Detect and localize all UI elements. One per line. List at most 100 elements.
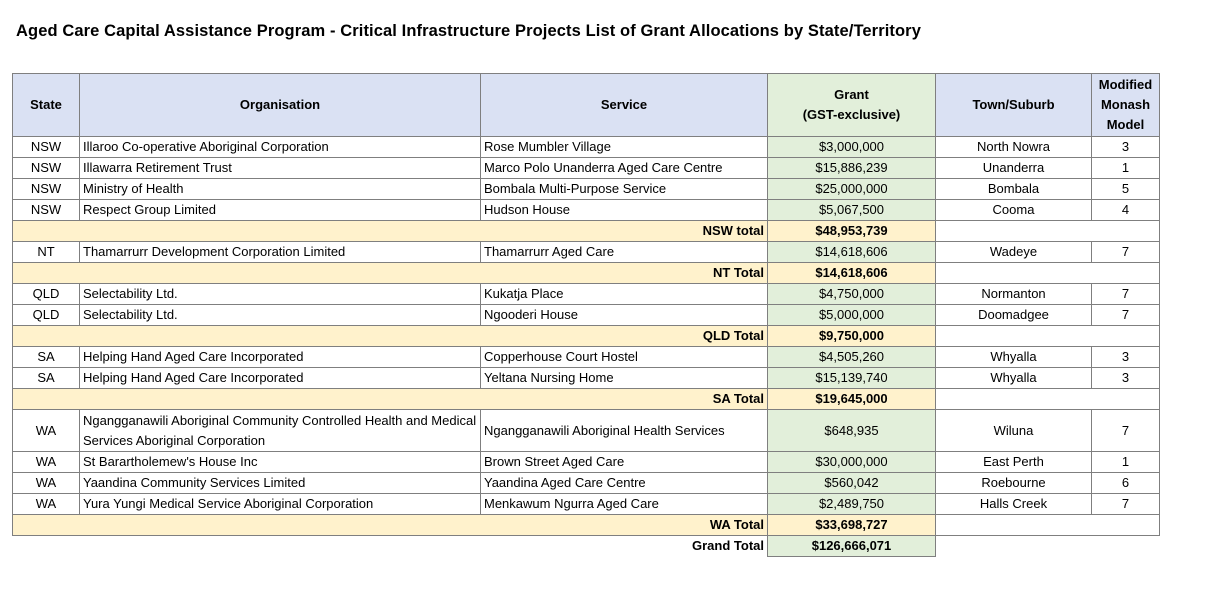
- grand-total-label: Grand Total: [692, 538, 764, 554]
- cell-modified-monash-model: 3: [1091, 136, 1160, 158]
- subtotal-value: $33,698,727: [767, 514, 936, 536]
- cell-modified-monash-model: 7: [1091, 304, 1160, 326]
- cell-state: NSW: [12, 157, 80, 179]
- cell-service: Yaandina Aged Care Centre: [480, 472, 768, 494]
- subtotal-value: $9,750,000: [767, 325, 936, 347]
- page-title: Aged Care Capital Assistance Program - C…: [16, 22, 921, 40]
- header-organisation: Organisation: [79, 73, 481, 137]
- cell-organisation: Selectability Ltd.: [79, 304, 481, 326]
- cell-town: Cooma: [935, 199, 1092, 221]
- subtotal-value: $14,618,606: [767, 262, 936, 284]
- cell-town: Wadeye: [935, 241, 1092, 263]
- cell-town: East Perth: [935, 451, 1092, 473]
- cell-modified-monash-model: 1: [1091, 157, 1160, 179]
- cell-modified-monash-model: 7: [1091, 283, 1160, 305]
- cell-service: Marco Polo Unanderra Aged Care Centre: [480, 157, 768, 179]
- header-service: Service: [480, 73, 768, 137]
- header-state: State: [12, 73, 80, 137]
- cell-state: WA: [12, 472, 80, 494]
- cell-grant: $25,000,000: [767, 178, 936, 200]
- grand-total-row: Grand Total $126,666,071: [13, 535, 1160, 557]
- cell-organisation: Thamarrurr Development Corporation Limit…: [79, 241, 481, 263]
- subtotal-row: WA Total $33,698,727: [12, 514, 1160, 536]
- cell-grant: $648,935: [767, 409, 936, 452]
- subtotal-empty-cell: [935, 220, 1160, 242]
- cell-state: QLD: [12, 283, 80, 305]
- header-mmm-line3: Model: [1106, 117, 1145, 132]
- header-grant-line2: (GST-exclusive): [802, 107, 901, 122]
- cell-state: WA: [12, 451, 80, 473]
- subtotal-row: QLD Total $9,750,000: [12, 325, 1160, 347]
- cell-organisation: Illawarra Retirement Trust: [79, 157, 481, 179]
- table-row: NSW Illawarra Retirement Trust Marco Polo …: [12, 157, 1160, 179]
- cell-modified-monash-model: 4: [1091, 199, 1160, 221]
- subtotal-value: $48,953,739: [767, 220, 936, 242]
- cell-town: Whyalla: [935, 367, 1092, 389]
- cell-state: NSW: [12, 178, 80, 200]
- table-row: WA Ngangganawili Aboriginal Community Con…: [12, 409, 1160, 452]
- cell-town: Unanderra: [935, 157, 1092, 179]
- table-row: WA Yaandina Community Services Limited Yaa…: [12, 472, 1160, 494]
- cell-grant: $3,000,000: [767, 136, 936, 158]
- cell-grant: $2,489,750: [767, 493, 936, 515]
- header-mmm-line2: Monash: [1100, 97, 1151, 112]
- table-row: WA St Barartholemew's House Inc Brown Stre…: [12, 451, 1160, 473]
- cell-state: NT: [12, 241, 80, 263]
- table-row: NT Thamarrurr Development Corporation Lim…: [12, 241, 1160, 263]
- cell-grant: $4,750,000: [767, 283, 936, 305]
- cell-organisation: Respect Group Limited: [79, 199, 481, 221]
- subtotal-empty-cell: [935, 325, 1160, 347]
- cell-grant: $30,000,000: [767, 451, 936, 473]
- cell-service: Yeltana Nursing Home: [480, 367, 768, 389]
- grant-allocations-table: State Organisation Service Grant (GST-ex…: [12, 73, 1160, 557]
- cell-organisation: Helping Hand Aged Care Incorporated: [79, 346, 481, 368]
- cell-organisation: Helping Hand Aged Care Incorporated: [79, 367, 481, 389]
- table-row: NSW Ministry of Health Bombala Multi-Purpo…: [12, 178, 1160, 200]
- cell-state: QLD: [12, 304, 80, 326]
- cell-modified-monash-model: 3: [1091, 346, 1160, 368]
- cell-state: NSW: [12, 199, 80, 221]
- cell-state: SA: [12, 367, 80, 389]
- cell-organisation: Ministry of Health: [79, 178, 481, 200]
- cell-service: Rose Mumbler Village: [480, 136, 768, 158]
- cell-service: Bombala Multi-Purpose Service: [480, 178, 768, 200]
- cell-town: Doomadgee: [935, 304, 1092, 326]
- subtotal-row: SA Total $19,645,000: [12, 388, 1160, 410]
- cell-modified-monash-model: 1: [1091, 451, 1160, 473]
- subtotal-empty-cell: [935, 514, 1160, 536]
- subtotal-label: NSW total: [12, 220, 768, 242]
- cell-organisation: Selectability Ltd.: [79, 283, 481, 305]
- cell-service: Thamarrurr Aged Care: [480, 241, 768, 263]
- cell-grant: $15,886,239: [767, 157, 936, 179]
- cell-town: Normanton: [935, 283, 1092, 305]
- cell-modified-monash-model: 7: [1091, 493, 1160, 515]
- cell-modified-monash-model: 7: [1091, 241, 1160, 263]
- cell-organisation: Illaroo Co-operative Aboriginal Corporat…: [79, 136, 481, 158]
- table-header-row: State Organisation Service Grant (GST-ex…: [12, 73, 1160, 137]
- cell-organisation: Ngangganawili Aboriginal Community Contr…: [79, 409, 481, 452]
- cell-town: North Nowra: [935, 136, 1092, 158]
- cell-service: Ngooderi House: [480, 304, 768, 326]
- cell-service: Menkawum Ngurra Aged Care: [480, 493, 768, 515]
- cell-grant: $4,505,260: [767, 346, 936, 368]
- table-row: SA Helping Hand Aged Care Incorporated Yel…: [12, 367, 1160, 389]
- cell-town: Wiluna: [935, 409, 1092, 452]
- subtotal-label: WA Total: [12, 514, 768, 536]
- subtotal-label: QLD Total: [12, 325, 768, 347]
- cell-service: Kukatja Place: [480, 283, 768, 305]
- table-row: SA Helping Hand Aged Care Incorporated Cop…: [12, 346, 1160, 368]
- header-town: Town/Suburb: [935, 73, 1092, 137]
- cell-service: Ngangganawili Aboriginal Health Services: [480, 409, 768, 452]
- cell-grant: $5,000,000: [767, 304, 936, 326]
- cell-grant: $15,139,740: [767, 367, 936, 389]
- subtotal-label: SA Total: [12, 388, 768, 410]
- cell-state: SA: [12, 346, 80, 368]
- subtotal-label: NT Total: [12, 262, 768, 284]
- subtotal-value: $19,645,000: [767, 388, 936, 410]
- cell-modified-monash-model: 6: [1091, 472, 1160, 494]
- header-mmm-line1: Modified: [1098, 77, 1153, 92]
- subtotal-row: NSW total $48,953,739: [12, 220, 1160, 242]
- cell-modified-monash-model: 3: [1091, 367, 1160, 389]
- grand-total-value: $126,666,071: [767, 535, 936, 557]
- table-row: QLD Selectability Ltd. Ngooderi House $5,00…: [12, 304, 1160, 326]
